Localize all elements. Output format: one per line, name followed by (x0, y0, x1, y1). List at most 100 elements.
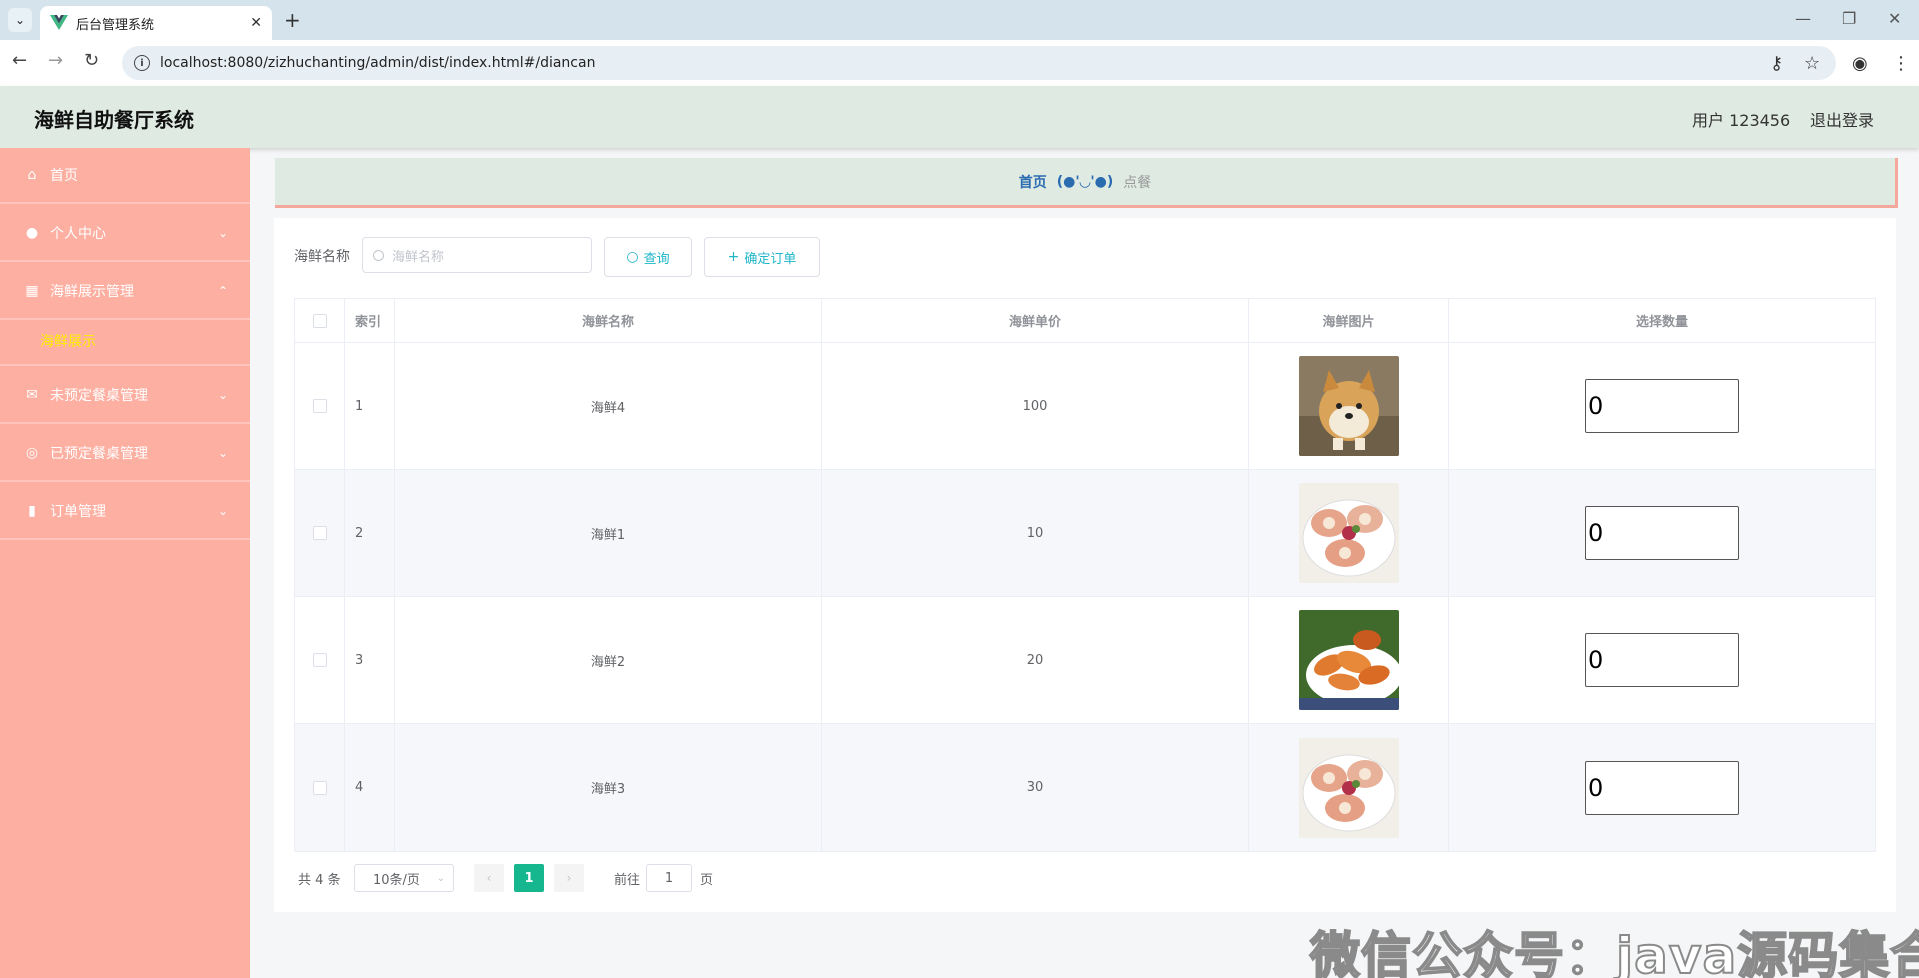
sidebar-item-booked-tables[interactable]: ◎ 已预定餐桌管理 ⌄ (0, 426, 250, 482)
breadcrumb-home[interactable]: 首页 (1019, 172, 1047, 192)
table-row: 1 海鲜4 100 0 (295, 343, 1875, 470)
chevron-right-icon: › (566, 871, 572, 885)
sidebar-item-home[interactable]: ⌂ 首页 (0, 148, 250, 204)
sidebar-item-label: 个人中心 (50, 226, 106, 242)
plus-icon: + (727, 249, 740, 265)
header-quantity: 选择数量 (1635, 315, 1688, 330)
logout-button[interactable]: 退出登录 (1810, 107, 1874, 131)
sidebar-item-label: 未预定餐桌管理 (50, 388, 148, 404)
row-price: 30 (822, 724, 1249, 851)
user-label: 用户 123456 (1692, 111, 1791, 130)
address-bar[interactable]: i localhost:8080/zizhuchanting/admin/dis… (122, 46, 1836, 80)
quantity-input[interactable]: 0 (1585, 760, 1739, 815)
back-icon[interactable]: ← (12, 50, 27, 71)
reload-icon[interactable]: ↻ (84, 50, 99, 71)
row-name: 海鲜1 (395, 470, 822, 596)
quantity-input[interactable]: 0 (1585, 506, 1739, 560)
restore-icon[interactable]: ❐ (1842, 9, 1856, 28)
goto-page-input[interactable]: 1 (646, 864, 692, 892)
vue-logo-icon (50, 15, 68, 30)
bar-chart-icon: ▮ (28, 503, 36, 519)
url-text: localhost:8080/zizhuchanting/admin/dist/… (160, 55, 596, 71)
profile-icon[interactable]: ◉ (1852, 53, 1868, 74)
table-row: 3 海鲜2 20 0 (295, 597, 1875, 724)
row-checkbox[interactable] (312, 526, 327, 540)
minimize-icon[interactable]: — (1795, 9, 1811, 28)
row-index: 4 (345, 724, 395, 851)
sidebar-subitem-label: 海鲜展示 (40, 334, 96, 350)
search-input[interactable]: 海鲜名称 (362, 237, 592, 273)
sidebar-item-label: 海鲜展示管理 (50, 284, 134, 300)
shrimp-image (1298, 610, 1399, 710)
chevron-down-icon: ⌄ (217, 226, 228, 240)
chevron-down-icon: ⌄ (217, 504, 228, 518)
confirm-order-label: 确定订单 (744, 251, 797, 267)
sidebar-item-unbooked-tables[interactable]: ✉ 未预定餐桌管理 ⌄ (0, 368, 250, 424)
grid-icon: ▦ (25, 283, 39, 299)
window-close-icon[interactable]: ✕ (1888, 9, 1901, 28)
breadcrumb-face: (●'◡'●) (1056, 173, 1114, 190)
sidebar-item-orders[interactable]: ▮ 订单管理 ⌄ (0, 484, 250, 540)
browser-tabstrip: ⌄ 后台管理系统 ✕ + — ❐ ✕ (0, 0, 1919, 40)
row-index: 1 (345, 343, 395, 469)
confirm-order-button[interactable]: + 确定订单 (704, 237, 820, 277)
forward-icon[interactable]: → (48, 50, 63, 71)
row-checkbox[interactable] (312, 653, 327, 667)
row-name: 海鲜4 (395, 343, 822, 469)
tab-close-icon[interactable]: ✕ (250, 15, 262, 31)
user-icon: ● (25, 225, 39, 241)
sidebar-item-label: 订单管理 (50, 504, 106, 520)
sidebar-item-label: 已预定餐桌管理 (50, 446, 148, 462)
content-card: 海鲜名称 海鲜名称 ○ 查询 + 确定订单 索引 海鲜名称 海鲜单价 海鲜图片 … (274, 218, 1896, 912)
row-price: 20 (822, 597, 1249, 723)
app-header: 海鲜自助餐厅系统 用户 123456 退出登录 (0, 86, 1919, 148)
row-checkbox[interactable] (312, 399, 327, 413)
row-index: 2 (345, 470, 395, 596)
chevron-down-icon: ⌄ (217, 446, 228, 460)
row-index: 3 (345, 597, 395, 723)
table-row: 2 海鲜1 10 0 (295, 470, 1875, 597)
header-price: 海鲜单价 (822, 299, 1249, 342)
quantity-input[interactable]: 0 (1585, 633, 1739, 687)
bookmark-star-icon[interactable]: ☆ (1804, 53, 1820, 74)
header-name: 海鲜名称 (395, 299, 822, 342)
row-name: 海鲜2 (395, 597, 822, 723)
sidebar-item-seafood-display[interactable]: ▦ 海鲜展示管理 ⌃ (0, 264, 250, 320)
goto-label: 前往 (614, 872, 641, 888)
site-info-icon[interactable]: i (134, 55, 150, 71)
quantity-input[interactable]: 0 (1585, 379, 1739, 433)
chevron-left-icon: ‹ (486, 871, 492, 885)
search-icon (373, 249, 384, 261)
password-key-icon[interactable]: ⚷ (1770, 53, 1783, 74)
watermark: 微信公众号：java源码集合 (1309, 926, 1919, 978)
query-button[interactable]: ○ 查询 (604, 237, 692, 277)
browser-menu-icon[interactable]: ⋮ (1892, 53, 1910, 74)
select-all-checkbox[interactable] (312, 313, 327, 328)
home-icon: ⌂ (27, 167, 37, 183)
table-row: 4 海鲜3 30 0 (295, 724, 1875, 851)
goto-page-suffix: 页 (700, 872, 714, 888)
search-label: 海鲜名称 (294, 249, 350, 265)
sidebar-subitem-seafood-display[interactable]: 海鲜展示 (0, 318, 250, 366)
table-header: 索引 海鲜名称 海鲜单价 海鲜图片 选择数量 (295, 299, 1875, 343)
query-button-label: 查询 (643, 251, 670, 267)
page-number-current[interactable]: 1 (514, 864, 544, 892)
sidebar-item-personal-center[interactable]: ● 个人中心 ⌄ (0, 206, 250, 262)
breadcrumb: 首页 (●'◡'●) 点餐 (275, 158, 1898, 208)
next-page-button[interactable]: › (554, 864, 584, 892)
page-size-select[interactable]: 10条/页 ⌄ (354, 864, 454, 892)
prev-page-button[interactable]: ‹ (474, 864, 504, 892)
tab-search-dropdown-icon[interactable]: ⌄ (8, 8, 32, 32)
compass-icon: ◎ (25, 445, 39, 461)
chevron-up-icon: ⌃ (217, 284, 228, 298)
row-checkbox[interactable] (312, 780, 327, 795)
browser-tab[interactable]: 后台管理系统 ✕ (40, 6, 272, 40)
new-tab-icon[interactable]: + (284, 8, 301, 32)
tab-title: 后台管理系统 (76, 17, 155, 33)
page-size-value: 10条/页 (373, 872, 420, 888)
scallops-image (1298, 737, 1399, 838)
pagination-total: 共 4 条 (298, 872, 341, 888)
row-price: 100 (822, 343, 1249, 469)
sidebar: ⌂ 首页 ● 个人中心 ⌄ ▦ 海鲜展示管理 ⌃ 海鲜展示 ✉ 未预定餐桌管理 … (0, 148, 250, 978)
chevron-down-icon: ⌄ (217, 388, 228, 402)
